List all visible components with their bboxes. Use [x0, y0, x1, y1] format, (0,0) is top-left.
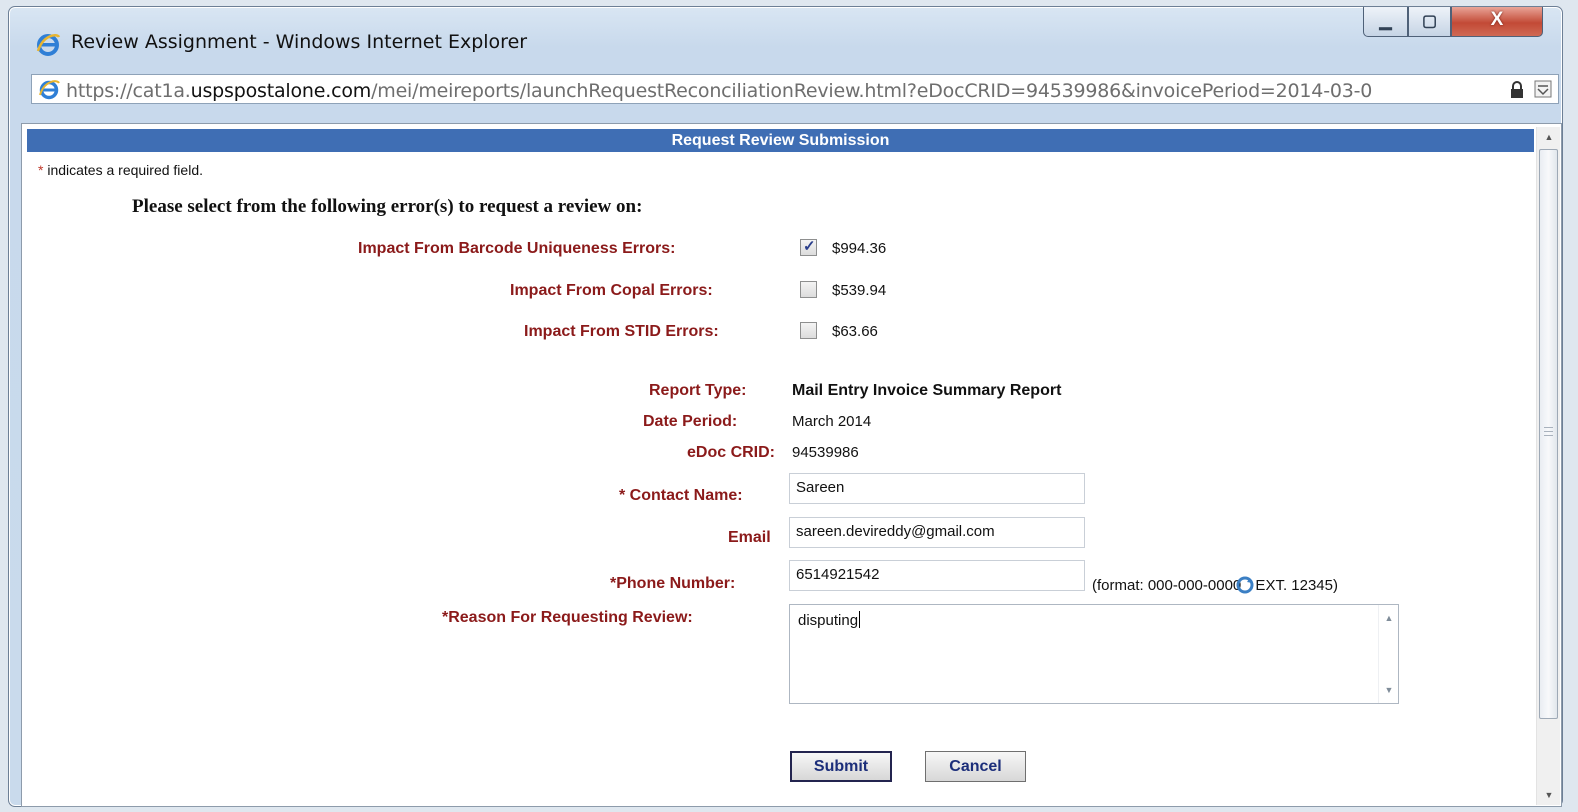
- submit-button[interactable]: Submit: [790, 751, 892, 782]
- maximize-button[interactable]: ▢: [1408, 7, 1451, 37]
- compatibility-view-icon[interactable]: [1534, 80, 1552, 98]
- browser-window: Review Assignment - Windows Internet Exp…: [8, 6, 1563, 807]
- phone-format-hint: (format: 000-000-0000 EXT. 12345): [1092, 575, 1338, 595]
- copal-errors-amount: $539.94: [832, 282, 887, 299]
- edoc-crid-value: 94539986: [792, 444, 859, 461]
- url-prefix: https://cat1a.: [66, 80, 191, 102]
- scroll-up-arrow-icon[interactable]: ▲: [1537, 127, 1561, 147]
- stid-errors-amount: $63.66: [832, 323, 878, 340]
- reason-textarea[interactable]: disputing ▲ ▼: [789, 604, 1399, 704]
- title-bar[interactable]: Review Assignment - Windows Internet Exp…: [9, 7, 1562, 71]
- copal-errors-label: Impact From Copal Errors:: [510, 282, 713, 299]
- url-path: /mei/meireports/launchRequestReconciliat…: [371, 80, 1373, 102]
- phone-number-label: *Phone Number:: [610, 575, 736, 592]
- phone-number-field[interactable]: 6514921542: [789, 560, 1085, 591]
- required-note: * indicates a required field.: [38, 162, 203, 178]
- scroll-up-arrow-icon[interactable]: ▲: [1379, 613, 1399, 623]
- close-icon: X: [1490, 9, 1504, 30]
- url-text: https://cat1a.uspspostalone.com/mei/meir…: [66, 80, 1372, 102]
- contact-name-field[interactable]: Sareen: [789, 473, 1085, 504]
- barcode-errors-checkbox[interactable]: ✓: [800, 238, 817, 256]
- email-label: Email: [728, 529, 771, 546]
- minimize-icon: ▁: [1379, 13, 1392, 30]
- phone-format-prefix: (format: 000-000-0000: [1092, 577, 1242, 594]
- maximize-icon: ▢: [1421, 13, 1438, 30]
- required-note-text: indicates a required field.: [43, 162, 203, 178]
- edoc-crid-label: eDoc CRID:: [687, 444, 776, 461]
- cancel-button[interactable]: Cancel: [925, 751, 1026, 782]
- email-field[interactable]: sareen.devireddy@gmail.com: [789, 517, 1085, 548]
- lock-icon[interactable]: [1510, 81, 1524, 98]
- report-type-label: Report Type:: [649, 382, 747, 399]
- checkmark-icon: ✓: [803, 238, 816, 255]
- date-period-label: Date Period:: [643, 413, 738, 430]
- grip-icon: [1544, 427, 1553, 436]
- report-type-value: Mail Entry Invoice Summary Report: [792, 382, 1062, 399]
- form-header: Request Review Submission: [27, 129, 1534, 152]
- scroll-down-arrow-icon[interactable]: ▼: [1379, 685, 1399, 695]
- close-button[interactable]: X: [1451, 7, 1543, 37]
- instruction-text: Please select from the following error(s…: [132, 196, 643, 217]
- page-scrollbar[interactable]: ▲ ▼: [1536, 127, 1560, 805]
- copal-errors-checkbox[interactable]: [800, 281, 817, 298]
- scroll-down-arrow-icon[interactable]: ▼: [1537, 785, 1561, 805]
- text-cursor: [859, 611, 861, 628]
- address-bar[interactable]: https://cat1a.uspspostalone.com/mei/meir…: [31, 74, 1559, 104]
- stid-errors-checkbox[interactable]: [800, 322, 817, 339]
- reason-text: disputing: [798, 612, 859, 629]
- stid-errors-label: Impact From STID Errors:: [524, 323, 719, 340]
- window-title: Review Assignment - Windows Internet Exp…: [71, 31, 528, 53]
- date-period-value: March 2014: [792, 413, 872, 430]
- internet-explorer-icon: [36, 34, 61, 56]
- reason-scrollbar[interactable]: ▲ ▼: [1378, 605, 1398, 703]
- phone-format-suffix: EXT. 12345): [1251, 577, 1338, 594]
- contact-name-label: * Contact Name:: [619, 487, 743, 504]
- barcode-errors-label: Impact From Barcode Uniqueness Errors:: [358, 240, 676, 257]
- scrollbar-thumb[interactable]: [1539, 149, 1558, 719]
- barcode-errors-amount: $994.36: [832, 240, 887, 257]
- reason-label: *Reason For Requesting Review:: [442, 609, 693, 626]
- page-content: Request Review Submission * indicates a …: [21, 123, 1562, 807]
- internet-explorer-icon: [39, 80, 60, 100]
- minimize-button[interactable]: ▁: [1363, 7, 1408, 37]
- url-host: uspspostalone.com: [190, 80, 372, 102]
